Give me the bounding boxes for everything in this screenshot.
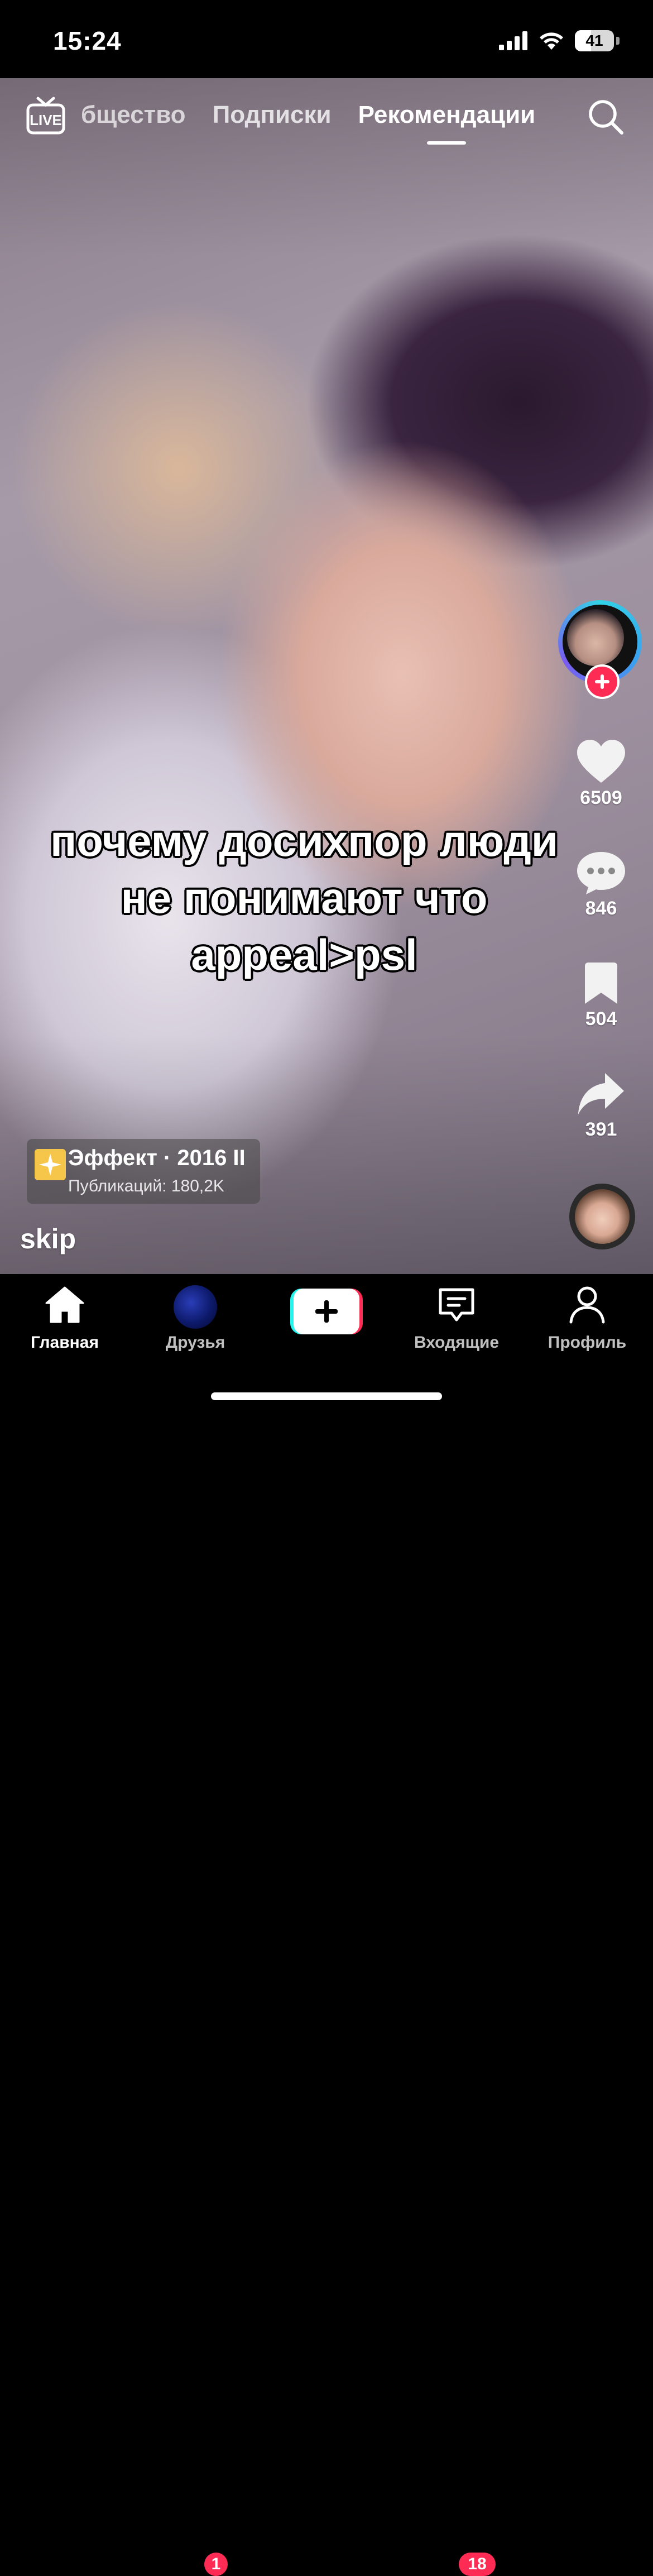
active-tab-indicator [427,141,467,145]
tab-profile-label: Профиль [548,1333,627,1352]
wifi-icon [540,32,563,50]
heart-icon [577,740,625,783]
bookmark-count: 504 [585,1008,617,1030]
status-bar: 15:24 41 [0,0,653,78]
status-time: 15:24 [53,26,122,55]
inbox-message-icon [439,1288,474,1321]
plus-icon [595,674,609,689]
sound-disc[interactable] [569,1184,635,1249]
video-shade [0,78,653,1274]
profile-person-icon [569,1286,605,1324]
tab-inbox[interactable]: Входящие [401,1285,512,1352]
battery-level: 41 [585,32,603,49]
sound-cover [575,1189,630,1244]
tab-for-you-label: Рекомендации [358,101,536,128]
avatar-photo [567,609,624,666]
tab-home-label: Главная [30,1333,99,1352]
tab-community[interactable]: бщество [81,101,186,129]
home-icon [45,1286,84,1323]
status-icons: 41 [499,27,620,55]
share-arrow-icon [578,1073,624,1114]
video-player[interactable] [0,78,653,1274]
caption-line: не понимают что [121,873,488,922]
caption-line: почему досихпор люди [50,816,558,865]
friends-avatar [174,1285,217,1329]
author-username[interactable]: skip [20,1223,76,1255]
friends-badge: 1 [204,2553,228,2576]
tab-profile[interactable]: Профиль [531,1285,643,1352]
effect-publications: Публикаций: 180,2K [68,1177,224,1195]
comment-icon [577,852,625,894]
tab-following[interactable]: Подписки [213,101,332,129]
share-count: 391 [585,1119,617,1140]
comment-button[interactable]: 846 [570,850,632,920]
effect-chip[interactable]: Эффект · 2016 II Публикаций: 180,2K [27,1139,260,1204]
comment-count: 846 [585,898,617,919]
caption-line: appeal>psl [191,930,417,979]
like-count: 6509 [580,787,622,808]
cellular-signal-icon [499,31,527,50]
battery-tip [616,37,620,45]
video-caption: почему досихпор люди не понимают что app… [0,812,608,983]
bookmark-button[interactable]: 504 [570,961,632,1030]
feed-tabs: бщество Подписки Рекомендации [81,98,562,145]
tab-home[interactable]: Главная [9,1285,121,1352]
battery-icon: 41 [575,30,614,51]
follow-button[interactable] [585,664,620,699]
effect-title: Эффект · 2016 II [68,1146,246,1170]
inbox-badge: 18 [459,2553,496,2576]
effect-sparkle-icon [35,1149,66,1180]
tab-friends[interactable]: Друзья [140,1285,251,1352]
live-label: LIVE [30,112,62,128]
share-button[interactable]: 391 [570,1071,632,1141]
live-icon[interactable]: LIVE [26,96,66,135]
search-icon[interactable] [587,98,624,135]
tab-friends-label: Друзья [165,1333,225,1352]
tab-inbox-label: Входящие [414,1333,500,1352]
like-button[interactable]: 6509 [570,738,632,809]
create-button[interactable] [290,1289,363,1334]
tab-for-you[interactable]: Рекомендации [358,101,536,145]
bookmark-icon [585,963,617,1004]
plus-icon [315,1300,338,1323]
home-indicator [211,1392,442,1400]
